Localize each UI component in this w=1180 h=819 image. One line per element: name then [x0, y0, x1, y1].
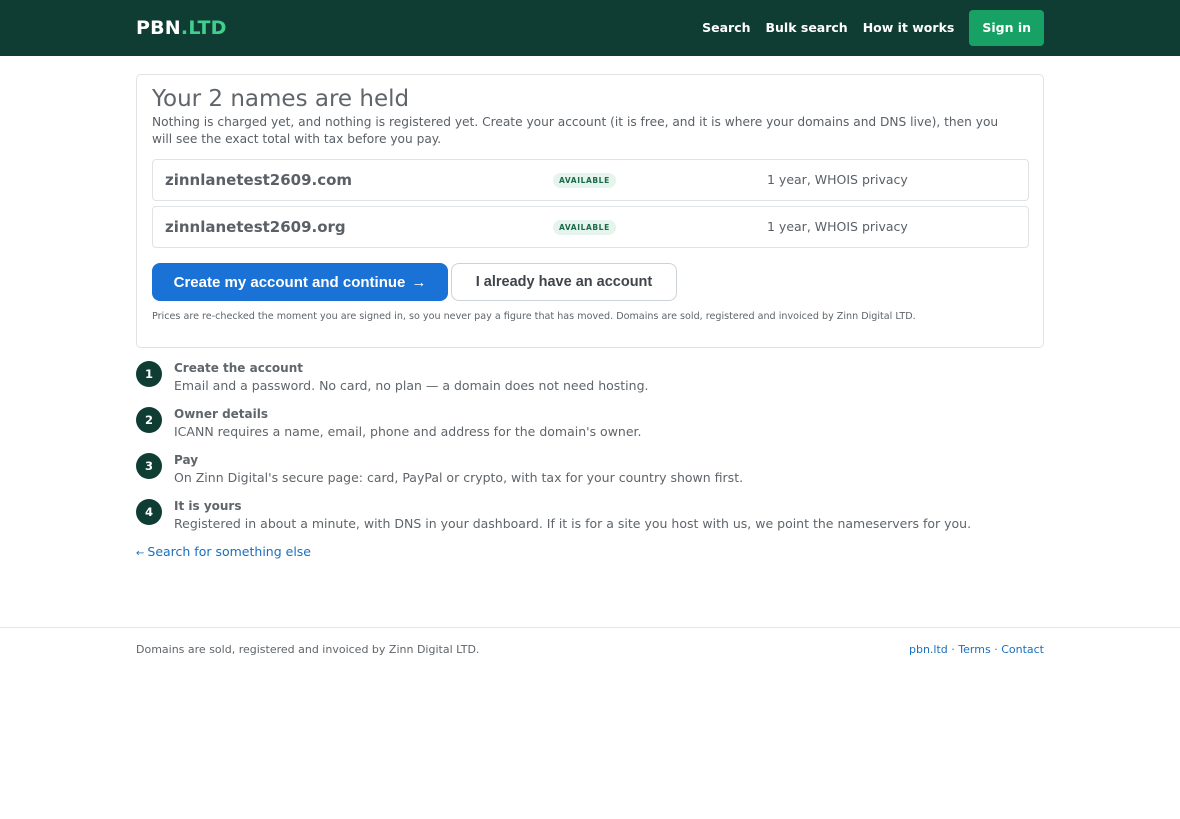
- step-number-badge: 4: [136, 499, 162, 525]
- footer-separator: ·: [951, 643, 955, 656]
- top-navigation-bar: PBN.LTD Search Bulk search How it works …: [0, 0, 1180, 56]
- search-again-link[interactable]: ← Search for something else: [136, 544, 311, 559]
- site-logo[interactable]: PBN.LTD: [136, 16, 227, 40]
- step-description: ICANN requires a name, email, phone and …: [174, 424, 642, 439]
- step-title: Owner details: [174, 407, 268, 421]
- step-description: On Zinn Digital's secure page: card, Pay…: [174, 470, 744, 485]
- create-account-button-label: Create my account and continue: [173, 273, 406, 291]
- availability-badge: AVAILABLE: [553, 220, 616, 235]
- footer-divider: [0, 627, 1180, 628]
- nav-search-link[interactable]: Search: [702, 10, 750, 46]
- domain-term: 1 year, WHOIS privacy: [767, 219, 908, 234]
- step-description: Registered in about a minute, with DNS i…: [174, 516, 972, 531]
- step-title: Create the account: [174, 361, 303, 375]
- footer-terms-link[interactable]: Terms: [958, 643, 990, 656]
- step-number-badge: 2: [136, 407, 162, 433]
- footer-home-link[interactable]: pbn.ltd: [909, 643, 948, 656]
- logo-main-text: PBN: [136, 17, 181, 39]
- footer-links: pbn.ltd · Terms · Contact: [909, 643, 1044, 656]
- nav-how-it-works-link[interactable]: How it works: [863, 10, 955, 46]
- availability-badge: AVAILABLE: [553, 173, 616, 188]
- sign-in-button[interactable]: Sign in: [969, 10, 1044, 46]
- step-number-badge: 3: [136, 453, 162, 479]
- held-names-card: Your 2 names are held Nothing is charged…: [136, 74, 1044, 348]
- domain-name: zinnlanetest2609.org: [165, 218, 346, 236]
- arrow-right-icon: →: [411, 273, 427, 291]
- nav-bulk-search-link[interactable]: Bulk search: [766, 10, 848, 46]
- logo-tld-text: .LTD: [180, 17, 227, 39]
- card-intro-text: Nothing is charged yet, and nothing is r…: [152, 115, 999, 146]
- step-item: 1 Create the account Email and a passwor…: [136, 360, 1044, 400]
- card-title: Your 2 names are held: [152, 86, 410, 112]
- existing-account-button[interactable]: I already have an account: [451, 263, 677, 301]
- search-again-label: Search for something else: [147, 544, 311, 559]
- step-description: Email and a password. No card, no plan —…: [174, 378, 649, 393]
- domain-row: zinnlanetest2609.com AVAILABLE 1 year, W…: [152, 159, 1029, 201]
- footer-contact-link[interactable]: Contact: [1001, 643, 1044, 656]
- domain-term: 1 year, WHOIS privacy: [767, 172, 908, 187]
- pricing-fine-print: Prices are re-checked the moment you are…: [152, 311, 916, 322]
- step-title: It is yours: [174, 499, 242, 513]
- footer-separator: ·: [994, 643, 998, 656]
- footer-legal-text: Domains are sold, registered and invoice…: [136, 643, 480, 656]
- step-item: 2 Owner details ICANN requires a name, e…: [136, 406, 1044, 446]
- step-item: 4 It is yours Registered in about a minu…: [136, 498, 1044, 538]
- step-title: Pay: [174, 453, 199, 467]
- domain-row: zinnlanetest2609.org AVAILABLE 1 year, W…: [152, 206, 1029, 248]
- step-item: 3 Pay On Zinn Digital's secure page: car…: [136, 452, 1044, 492]
- domain-name: zinnlanetest2609.com: [165, 171, 353, 189]
- arrow-left-icon: ←: [136, 548, 145, 559]
- create-account-continue-button[interactable]: Create my account and continue →: [152, 263, 448, 301]
- step-number-badge: 1: [136, 361, 162, 387]
- main-nav: Search Bulk search How it works Sign in: [687, 10, 1044, 46]
